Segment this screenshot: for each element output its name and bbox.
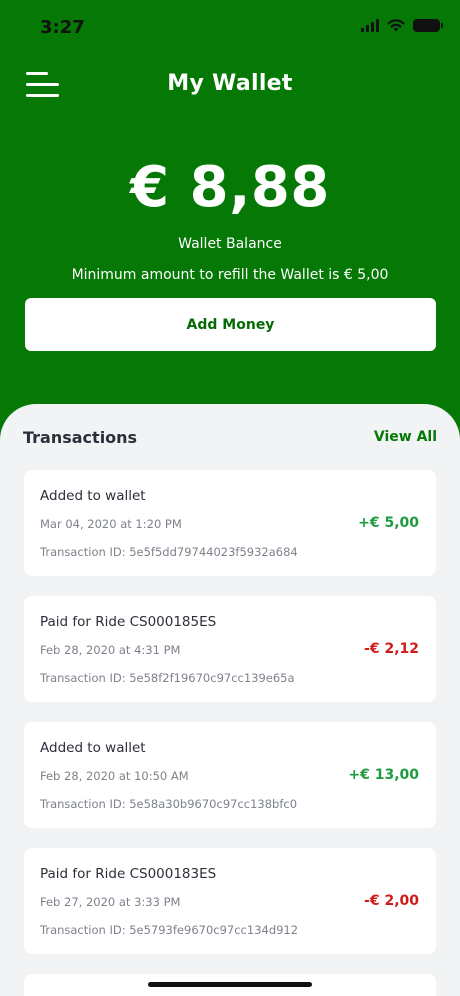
wallet-header: 3:27 My Wallet € 8,88 Wallet Balance Min…: [0, 0, 460, 470]
status-icons: [361, 18, 443, 32]
transactions-heading: Transactions: [23, 428, 138, 447]
transaction-date: Feb 28, 2020 at 4:31 PM: [40, 643, 181, 657]
transaction-title: Paid for Ride CS000183ES: [40, 866, 217, 882]
status-bar: 3:27: [0, 0, 460, 50]
transaction-amount: -€ 2,00: [364, 893, 419, 909]
transaction-amount: -€ 2,12: [364, 641, 419, 657]
view-all-link[interactable]: View All: [374, 429, 437, 445]
transaction-card[interactable]: Paid for Ride CS000183ES Feb 27, 2020 at…: [24, 848, 436, 954]
transactions-panel: Transactions View All Added to wallet Ma…: [0, 404, 460, 996]
transaction-amount: +€ 5,00: [358, 515, 419, 531]
transaction-title: Paid for Ride CS000185ES: [40, 614, 217, 630]
transaction-card[interactable]: Paid for Ride CS000185ES Feb 28, 2020 at…: [24, 596, 436, 702]
transaction-id: Transaction ID: 5e58f2f19670c97cc139e65a: [40, 671, 295, 685]
transaction-card[interactable]: Added to wallet Mar 04, 2020 at 1:20 PM …: [24, 470, 436, 576]
transaction-id: Transaction ID: 5e58a30b9670c97cc138bfc0: [40, 797, 298, 811]
refill-minimum-note: Minimum amount to refill the Wallet is €…: [71, 267, 389, 283]
add-money-button[interactable]: Add Money: [25, 298, 436, 351]
transaction-date: Feb 27, 2020 at 3:33 PM: [40, 895, 181, 909]
wallet-balance-amount: € 8,88: [130, 155, 330, 220]
transaction-title: Added to wallet: [40, 488, 146, 504]
page-title: My Wallet: [167, 71, 293, 96]
wifi-icon: [387, 19, 405, 32]
signal-icon: [361, 18, 379, 32]
battery-icon: [413, 18, 443, 32]
transaction-id: Transaction ID: 5e5f5dd79744023f5932a684: [40, 545, 298, 559]
transaction-amount: +€ 13,00: [348, 767, 419, 783]
home-indicator[interactable]: [148, 982, 312, 987]
transaction-title: Added to wallet: [40, 740, 146, 756]
transaction-date: Feb 28, 2020 at 10:50 AM: [40, 769, 189, 783]
transaction-id: Transaction ID: 5e5793fe9670c97cc134d912: [40, 923, 299, 937]
transaction-card[interactable]: Added to wallet Feb 28, 2020 at 10:50 AM…: [24, 722, 436, 828]
wallet-balance-label: Wallet Balance: [178, 236, 282, 252]
transaction-date: Mar 04, 2020 at 1:20 PM: [40, 517, 182, 531]
status-time: 3:27: [40, 17, 85, 38]
